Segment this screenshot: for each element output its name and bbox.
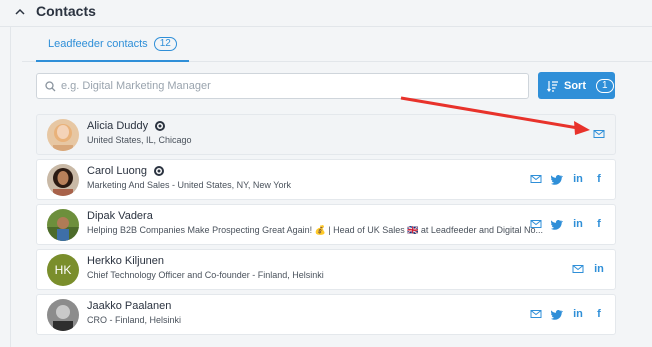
avatar bbox=[47, 164, 79, 196]
avatar bbox=[47, 209, 79, 241]
twitter-icon[interactable] bbox=[551, 173, 563, 185]
section-title: Contacts bbox=[36, 3, 96, 19]
tab-bar: Leadfeeder contacts 12 bbox=[22, 28, 652, 62]
facebook-icon[interactable]: f bbox=[593, 173, 605, 185]
avatar: HK bbox=[47, 254, 79, 286]
avatar bbox=[47, 119, 79, 151]
contacts-section-header[interactable]: Contacts bbox=[0, 0, 652, 26]
twitter-icon[interactable] bbox=[551, 218, 563, 230]
email-icon[interactable] bbox=[530, 308, 542, 320]
email-icon[interactable] bbox=[530, 173, 542, 185]
contact-subtitle: Marketing And Sales - United States, NY,… bbox=[87, 180, 291, 190]
search-box[interactable] bbox=[36, 73, 529, 99]
contact-name[interactable]: Dipak Vadera bbox=[87, 210, 153, 222]
search-icon bbox=[45, 81, 56, 92]
twitter-icon[interactable] bbox=[551, 308, 563, 320]
facebook-icon[interactable]: f bbox=[593, 218, 605, 230]
linkedin-icon[interactable]: in bbox=[572, 308, 584, 320]
contact-subtitle: Chief Technology Officer and Co-founder … bbox=[87, 270, 324, 280]
sort-label: Sort bbox=[564, 79, 586, 92]
contact-card[interactable]: Dipak Vadera Helping B2B Companies Make … bbox=[36, 204, 616, 245]
sort-icon bbox=[547, 80, 558, 92]
mailchimp-icon bbox=[155, 121, 166, 131]
contact-subtitle: CRO - Finland, Helsinki bbox=[87, 315, 182, 325]
contact-card[interactable]: Jaakko Paalanen CRO - Finland, Helsinki … bbox=[36, 294, 616, 335]
mailchimp-icon bbox=[153, 166, 164, 176]
linkedin-icon[interactable]: in bbox=[572, 173, 584, 185]
facebook-icon[interactable]: f bbox=[593, 308, 605, 320]
chevron-up-icon[interactable] bbox=[14, 6, 26, 18]
contact-name[interactable]: Carol Luong bbox=[87, 165, 147, 177]
contact-subtitle: United States, IL, Chicago bbox=[87, 135, 192, 145]
sort-button[interactable]: Sort 1 bbox=[538, 72, 615, 99]
contact-card[interactable]: Carol Luong Marketing And Sales - United… bbox=[36, 159, 616, 200]
contact-card[interactable]: HK Herkko Kiljunen Chief Technology Offi… bbox=[36, 249, 616, 290]
email-icon[interactable] bbox=[593, 128, 605, 140]
tab-leadfeeder-contacts[interactable]: Leadfeeder contacts 12 bbox=[36, 28, 189, 62]
tab-count-badge: 12 bbox=[153, 37, 177, 51]
contact-name[interactable]: Jaakko Paalanen bbox=[87, 300, 171, 312]
email-icon[interactable] bbox=[572, 263, 584, 275]
linkedin-icon[interactable]: in bbox=[593, 263, 605, 275]
sort-count-badge: 1 bbox=[596, 78, 614, 93]
contact-card[interactable]: Alicia Duddy United States, IL, Chicago bbox=[36, 114, 616, 155]
contact-subtitle: Helping B2B Companies Make Prospecting G… bbox=[87, 225, 543, 235]
contact-name[interactable]: Herkko Kiljunen bbox=[87, 255, 164, 267]
avatar bbox=[47, 299, 79, 331]
linkedin-icon[interactable]: in bbox=[572, 218, 584, 230]
contact-name[interactable]: Alicia Duddy bbox=[87, 120, 148, 132]
search-input[interactable] bbox=[61, 77, 521, 95]
email-icon[interactable] bbox=[530, 218, 542, 230]
tab-label: Leadfeeder contacts bbox=[48, 38, 148, 50]
